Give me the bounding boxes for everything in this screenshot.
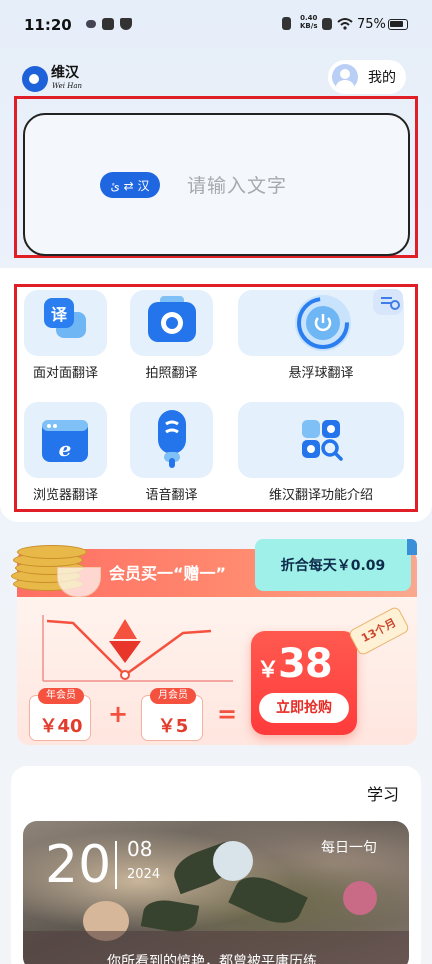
app-logo: 维汉 Wei Han (22, 62, 92, 94)
apps-grid-icon (302, 420, 343, 461)
date-day: 20 (45, 835, 112, 895)
browser-icon: e (42, 420, 88, 462)
language-switch-label: ئ ⇄ 汉 (110, 178, 150, 193)
date-year: 2024 (127, 867, 161, 882)
input-placeholder: 请输入文字 (187, 175, 288, 197)
logo-text: 维汉 (51, 65, 79, 81)
net-speed-unit: KB/s (300, 22, 318, 30)
total-price-card: ￥38 立即抢购 (251, 631, 357, 735)
year-membership-price: ￥40 (39, 716, 83, 737)
microphone-icon (158, 410, 186, 468)
tool-label-face-to-face: 面对面翻译 (32, 366, 98, 381)
daily-quote: 你所看到的惊艳，都曾被平庸历练 (107, 954, 317, 964)
logo-subtitle: Wei Han (52, 82, 83, 90)
svg-text:译: 译 (51, 305, 68, 324)
promo-title: 会员买一“赠一” (109, 564, 227, 583)
membership-promo-banner[interactable]: 会员买一“赠一” 折合每天￥0.09 年会员 ￥40 + 月会员 ￥5 = ￥3… (11, 537, 417, 745)
tool-label-photo: 拍照翻译 (145, 366, 198, 381)
tool-label-browser: 浏览器翻译 (32, 488, 98, 503)
face-to-face-translate-icon: 译 (44, 298, 86, 338)
wifi-icon (337, 18, 353, 30)
daily-sentence-card[interactable]: 20 08 2024 每日一句 你所看到的惊艳，都曾被平庸历练 (23, 821, 409, 964)
price-drop-graphic (42, 615, 233, 682)
total-currency: ￥ (257, 658, 279, 683)
tool-label-voice: 语音翻译 (145, 488, 198, 503)
month-membership-tag: 月会员 ￥5 (141, 688, 203, 741)
avatar (332, 64, 358, 90)
mail-icon (102, 18, 114, 30)
equals-sign: = (217, 700, 238, 728)
notification-icon (86, 20, 96, 28)
tool-browser-translate[interactable]: e (24, 402, 107, 478)
profile-button[interactable]: 我的 (328, 60, 406, 94)
plus-sign: + (108, 700, 129, 728)
data-icon (322, 18, 332, 30)
year-membership-label: 年会员 (38, 688, 84, 704)
total-price: ￥38 (257, 641, 333, 687)
shield-icon (120, 18, 132, 30)
language-switch-button[interactable]: ئ ⇄ 汉 (100, 172, 160, 198)
battery-icon (388, 19, 408, 30)
tool-label-floating-ball: 悬浮球翻译 (288, 366, 354, 381)
month-membership-label: 月会员 (150, 688, 196, 704)
tool-photo-translate[interactable] (130, 290, 213, 356)
floating-ball-icon (295, 295, 351, 351)
total-price-value: 38 (278, 641, 333, 687)
camera-icon (148, 296, 196, 342)
profile-label: 我的 (368, 70, 396, 86)
svg-text:e: e (59, 437, 72, 461)
vibrate-icon (282, 17, 291, 30)
net-speed: 0.40 KB/s (300, 14, 317, 30)
month-membership-price: ￥5 (157, 716, 189, 737)
text-input-area[interactable]: ئ ⇄ 汉 请输入文字 (23, 113, 410, 256)
status-time: 11:20 (24, 16, 72, 34)
date-divider (115, 841, 117, 889)
study-section: 学习 20 08 2024 每日一句 你所看到的惊艳，都曾被平庸历练 (11, 766, 421, 964)
promo-daily-price: 折合每天￥0.09 (255, 539, 417, 591)
status-bar: 11:20 0.40 KB/s 75% (0, 0, 432, 50)
tool-feature-intro[interactable] (238, 402, 404, 478)
tool-face-to-face-translate[interactable]: 译 (24, 290, 107, 356)
battery-percent: 75% (357, 17, 386, 32)
daily-sentence-label: 每日一句 (321, 840, 377, 856)
tools-settings-button[interactable] (373, 289, 403, 315)
net-speed-value: 0.40 (300, 14, 318, 22)
year-membership-tag: 年会员 ￥40 (29, 688, 91, 741)
tool-label-intro: 维汉翻译功能介绍 (268, 488, 373, 503)
logo-icon (22, 66, 48, 92)
promo-daily-price-text: 折合每天￥0.09 (280, 558, 386, 574)
date-month: 08 (127, 837, 153, 861)
buy-now-button[interactable]: 立即抢购 (259, 693, 349, 723)
tool-voice-translate[interactable] (130, 402, 213, 478)
coins-graphic (9, 537, 105, 601)
study-title: 学习 (367, 785, 400, 804)
